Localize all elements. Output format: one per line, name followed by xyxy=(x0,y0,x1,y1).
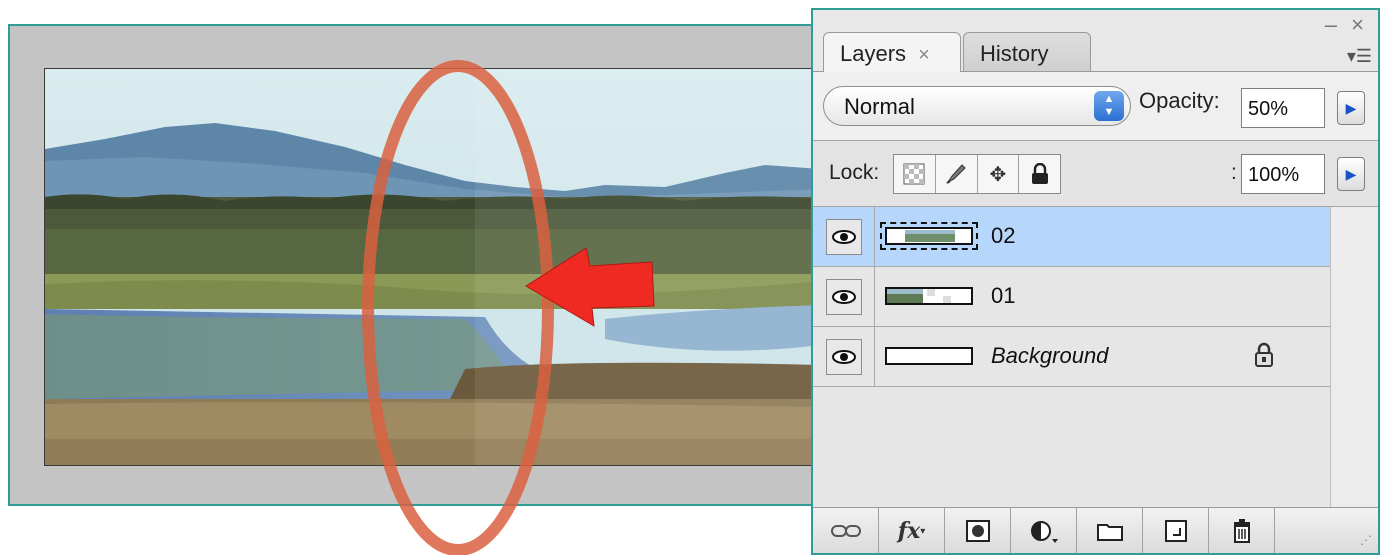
resize-grip-icon[interactable]: ⋰ xyxy=(1360,533,1372,547)
document-window xyxy=(8,24,820,506)
panel-window-controls[interactable]: – × xyxy=(1325,14,1368,36)
tab-history[interactable]: History xyxy=(963,32,1091,72)
blend-mode-value: Normal xyxy=(844,94,915,119)
trash-icon[interactable] xyxy=(1209,508,1275,553)
fx-label: fx xyxy=(897,518,921,544)
group-folder-icon[interactable] xyxy=(1077,508,1143,553)
lock-transparent-pixels-icon[interactable] xyxy=(894,155,936,193)
layer-name: 01 xyxy=(991,283,1016,308)
layer-thumbnail xyxy=(885,347,973,365)
eye-icon[interactable] xyxy=(825,278,862,315)
new-layer-icon[interactable] xyxy=(1143,508,1209,553)
opacity-slider-arrow-icon[interactable]: ▶ xyxy=(1337,91,1365,125)
layer-row-background[interactable]: Background xyxy=(813,327,1330,387)
visibility-cell xyxy=(813,327,875,386)
link-layers-icon[interactable] xyxy=(813,508,879,553)
layer-thumbnail xyxy=(880,222,978,250)
lock-icon xyxy=(1253,342,1275,373)
panel-menu-icon[interactable]: ▾☰ xyxy=(1347,46,1372,67)
lock-all-icon[interactable] xyxy=(1019,155,1060,193)
tab-layers-label: Layers xyxy=(840,41,907,66)
layer-mask-icon[interactable] xyxy=(945,508,1011,553)
opacity-label: Opacity: xyxy=(1139,88,1220,113)
layer-name: Background xyxy=(991,343,1109,368)
lock-image-pixels-icon[interactable] xyxy=(936,155,978,193)
blend-mode-stepper-icon[interactable]: ▲ ▼ xyxy=(1094,91,1124,121)
landscape-photo[interactable] xyxy=(44,68,820,466)
adjustment-layer-icon[interactable] xyxy=(1011,508,1077,553)
tab-close-icon[interactable]: × xyxy=(918,44,930,66)
layers-bottom-toolbar: fx ▾ xyxy=(813,507,1378,553)
blend-opacity-row: Normal ▲ ▼ Opacity: 50% ▶ xyxy=(813,72,1378,140)
layer-name: 02 xyxy=(991,223,1016,248)
tab-history-label: History xyxy=(980,41,1049,66)
fx-icon[interactable]: fx ▾ xyxy=(879,508,945,553)
visibility-cell xyxy=(813,207,875,266)
layers-scrollbar[interactable] xyxy=(1330,207,1378,507)
layers-list: 02 01 Background xyxy=(813,207,1330,507)
layer-row-02[interactable]: 02 xyxy=(813,207,1330,267)
eye-icon[interactable] xyxy=(825,338,862,375)
layer-row-01[interactable]: 01 xyxy=(813,267,1330,327)
visibility-cell xyxy=(813,267,875,326)
layer-thumbnail xyxy=(885,287,973,305)
lock-position-icon[interactable]: ✥ xyxy=(978,155,1020,193)
fill-slider-arrow-icon[interactable]: ▶ xyxy=(1337,157,1365,191)
opacity-input[interactable]: 50% xyxy=(1241,88,1325,128)
layers-panel: – × Layers × History ▾☰ Normal ▲ ▼ Opacit… xyxy=(811,8,1380,555)
lock-label: Lock: xyxy=(829,161,880,184)
tab-layers[interactable]: Layers × xyxy=(823,32,961,72)
fill-label: : xyxy=(1231,161,1237,184)
lock-buttons: ✥ xyxy=(893,154,1061,194)
fill-input[interactable]: 100% xyxy=(1241,154,1325,194)
blend-mode-select[interactable]: Normal ▲ ▼ xyxy=(823,86,1131,126)
lock-fill-row: Lock: ✥ : 100% ▶ xyxy=(813,141,1378,207)
eye-icon[interactable] xyxy=(825,218,862,255)
